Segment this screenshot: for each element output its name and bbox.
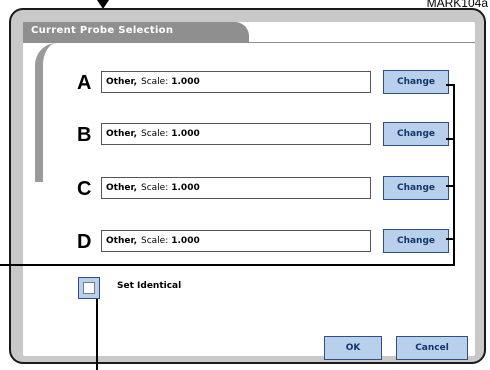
probe-letter: B (77, 124, 92, 146)
probe-scale-label: Scale: (141, 129, 169, 139)
probe-scale-label: Scale: (141, 77, 169, 87)
probe-c-field[interactable]: Other, Scale: 1.000 (101, 177, 371, 199)
probe-scale-label: Scale: (141, 236, 169, 246)
probe-row-c: C Other, Scale: 1.000 Change (77, 176, 487, 202)
screen: Current Probe Selection A Other, Scale: 1.… (23, 22, 475, 356)
change-button-d[interactable]: Change (383, 229, 449, 253)
probe-scale-value: 1.000 (171, 236, 200, 246)
change-button-b[interactable]: Change (383, 122, 449, 146)
set-identical-checkbox[interactable] (78, 277, 100, 299)
ok-button[interactable]: OK (324, 336, 382, 360)
panel-tab: Current Probe Selection (23, 22, 249, 43)
panel-frame-gap (35, 182, 55, 322)
probe-name: Other, (106, 183, 137, 193)
probe-name: Other, (106, 77, 137, 87)
probe-letter: D (77, 231, 92, 253)
probe-letter: A (77, 72, 92, 94)
probe-name: Other, (106, 129, 137, 139)
callout-line (453, 84, 455, 266)
probe-scale-value: 1.000 (171, 77, 200, 87)
probe-scale-value: 1.000 (171, 183, 200, 193)
change-button-a[interactable]: Change (383, 70, 449, 94)
change-button-c[interactable]: Change (383, 176, 449, 200)
probe-b-field[interactable]: Other, Scale: 1.000 (101, 123, 371, 145)
panel-title: Current Probe Selection (31, 25, 174, 36)
probe-row-d: D Other, Scale: 1.000 Change (77, 229, 487, 255)
probe-scale-value: 1.000 (171, 129, 200, 139)
probe-scale-label: Scale: (141, 183, 169, 193)
probe-row-a: A Other, Scale: 1.000 Change (77, 70, 487, 96)
set-identical-label: Set Identical (117, 281, 182, 291)
probe-row-b: B Other, Scale: 1.000 Change (77, 122, 487, 148)
probe-a-field[interactable]: Other, Scale: 1.000 (101, 71, 371, 93)
probe-letter: C (77, 178, 92, 200)
callout-line (96, 299, 98, 370)
cancel-button[interactable]: Cancel (396, 336, 468, 360)
probe-name: Other, (106, 236, 137, 246)
checkbox-box (83, 282, 95, 294)
probe-d-field[interactable]: Other, Scale: 1.000 (101, 230, 371, 252)
callout-line (0, 264, 455, 266)
device-bezel: Current Probe Selection A Other, Scale: 1.… (9, 8, 486, 364)
